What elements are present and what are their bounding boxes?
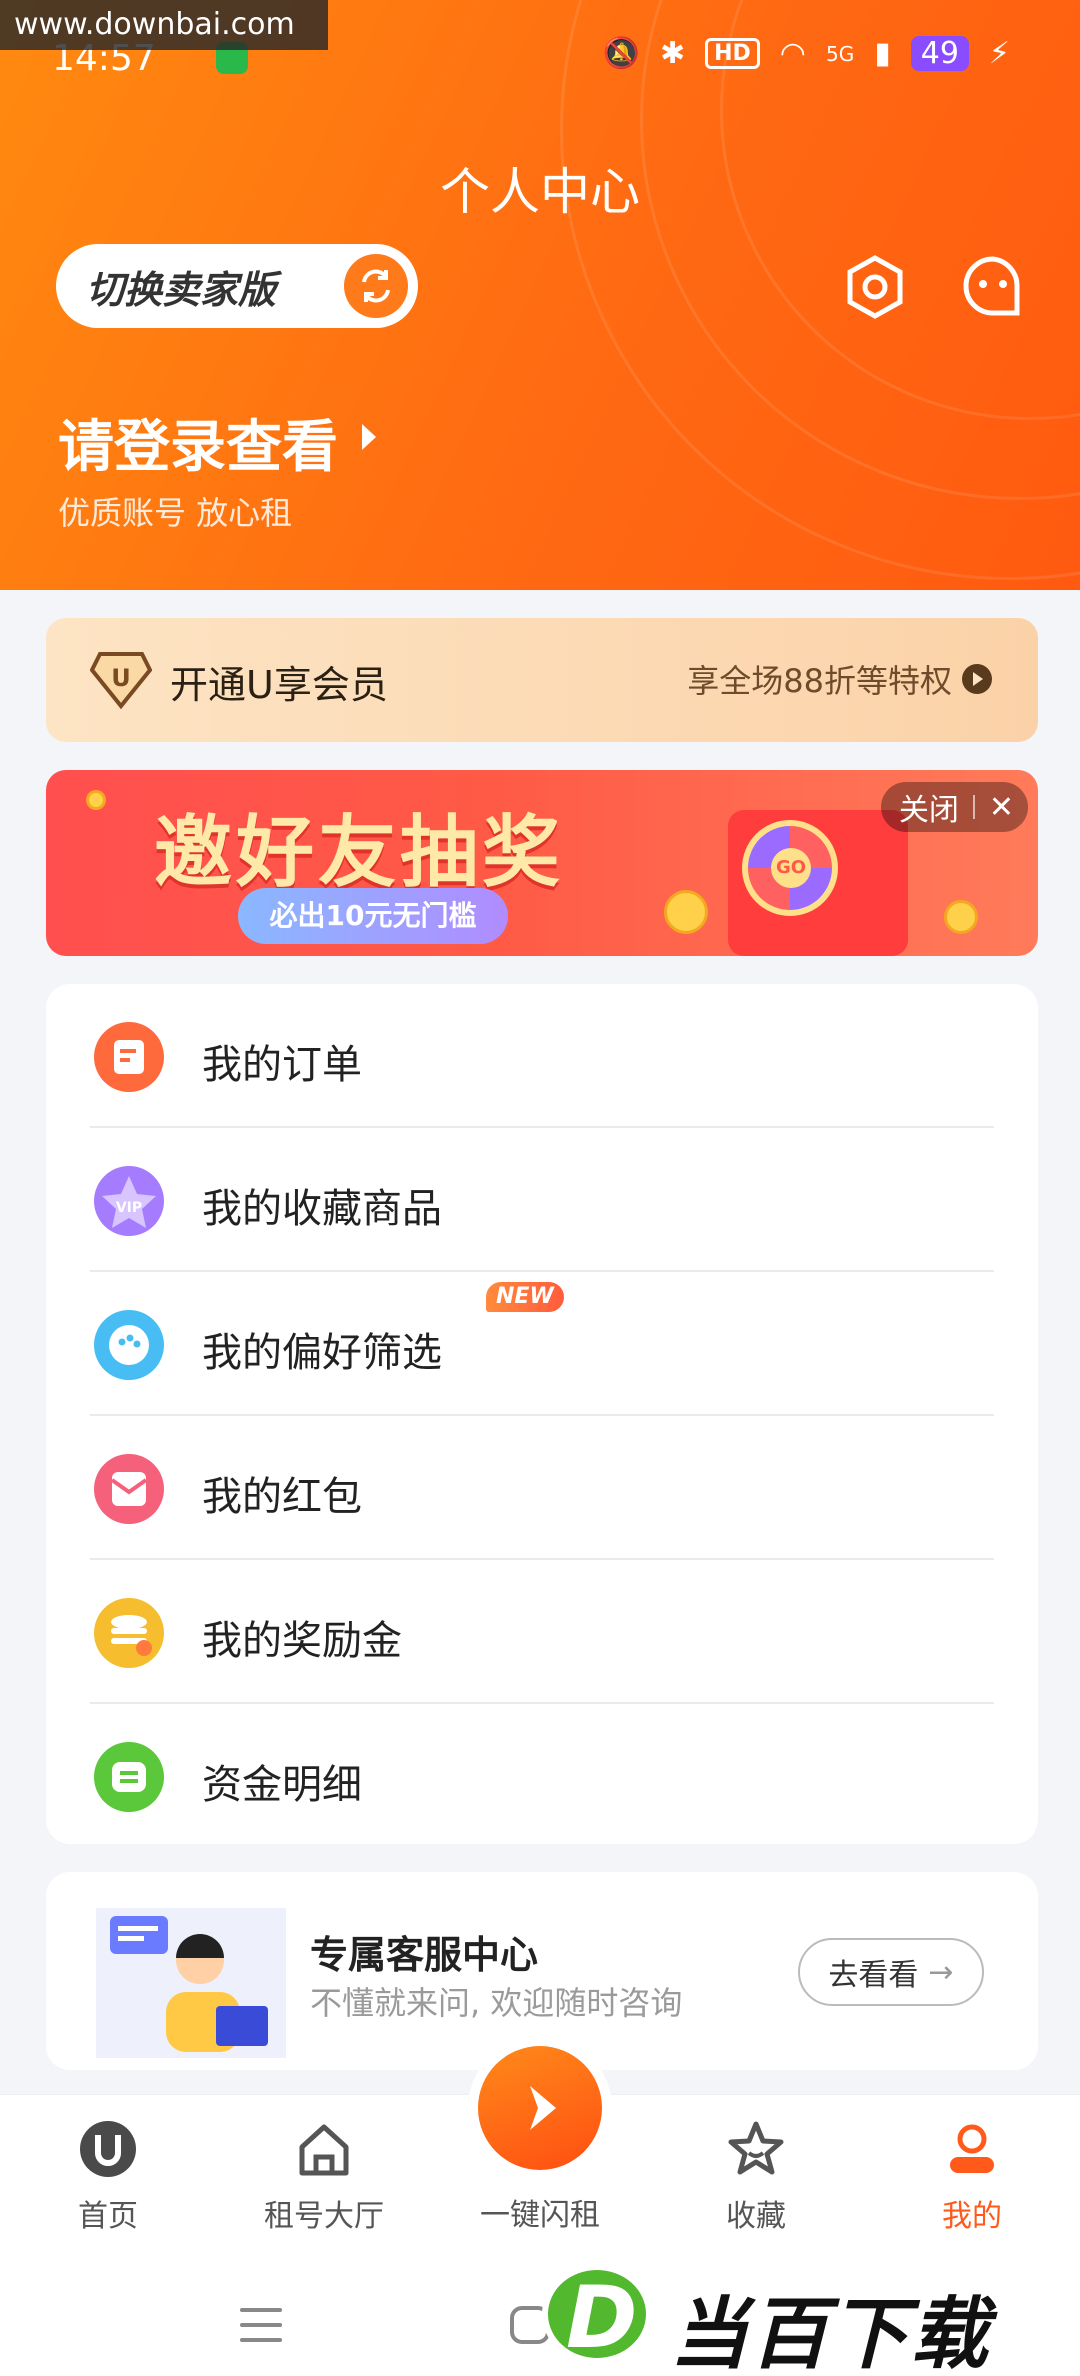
menu-item-favorites[interactable]: VIP 我的收藏商品	[46, 1128, 1038, 1272]
tab-label: 首页	[78, 2199, 138, 2234]
tab-label: 我的	[942, 2199, 1002, 2234]
menu-item-fund-detail[interactable]: 资金明细	[46, 1704, 1038, 1848]
tab-label: 租号大厅	[264, 2199, 384, 2234]
membership-benefit-text: 享全场88折等特权	[687, 662, 952, 700]
vip-star-icon: VIP	[94, 1166, 164, 1236]
hd-badge: HD	[705, 38, 760, 69]
page-title: 个人中心	[440, 163, 640, 221]
support-agent-illustration	[96, 1888, 286, 2060]
charging-icon: ⚡	[988, 36, 1010, 71]
fund-detail-icon	[94, 1742, 164, 1812]
home-u-icon	[78, 2119, 138, 2179]
banner-headline: 邀好友抽奖	[154, 808, 565, 898]
menu-item-red-envelope[interactable]: 我的红包	[46, 1416, 1038, 1560]
menu-item-label: 我的收藏商品	[202, 1186, 442, 1232]
tab-home[interactable]: 首页	[8, 2095, 208, 2275]
wheel-go-label: GO	[771, 848, 811, 888]
membership-benefit: 享全场88折等特权	[687, 656, 992, 702]
site-watermark: www.downbai.com	[0, 0, 328, 50]
menu-item-orders[interactable]: 我的订单	[46, 984, 1038, 1128]
bluetooth-icon: ✱	[659, 36, 686, 71]
signal-label: 5G	[825, 41, 855, 66]
login-subtitle: 优质账号 放心租	[58, 494, 293, 532]
banner-close-button[interactable]: 关闭 ✕	[880, 782, 1028, 832]
close-divider	[972, 795, 975, 819]
battery-level: 49	[910, 36, 969, 71]
switch-seller-button[interactable]: 切换卖家版	[56, 244, 418, 328]
settings-icon[interactable]	[842, 254, 908, 320]
login-prompt[interactable]: 请登录查看	[58, 402, 338, 483]
menu-item-reward[interactable]: 我的奖励金	[46, 1560, 1038, 1704]
service-title: 专属客服中心	[310, 1933, 539, 1977]
quick-rent-button[interactable]	[478, 2046, 602, 2170]
menu-item-label: 我的奖励金	[202, 1618, 402, 1664]
customer-service-card[interactable]: 专属客服中心 不懂就来问, 欢迎随时咨询 去看看 →	[46, 1872, 1038, 2070]
go-see-label: 去看看	[828, 1958, 919, 1993]
membership-bar[interactable]: U 开通U享会员 享全场88折等特权	[46, 618, 1038, 742]
svg-text:U: U	[111, 664, 131, 692]
brand-logo-letter: D	[566, 2268, 638, 2368]
profile-header: 14:57 🔕 ✱ HD ◠ 5G ▮ 49 ⚡ 个人中心 切换卖家版 请登录查…	[0, 0, 1080, 590]
menu-item-label: 资金明细	[202, 1762, 362, 1808]
tab-rent-hall[interactable]: 租号大厅	[224, 2095, 424, 2275]
menu-item-preferences[interactable]: 我的偏好筛选 NEW	[46, 1272, 1038, 1416]
order-icon	[94, 1022, 164, 1092]
tab-label: 收藏	[726, 2199, 786, 2234]
coin-stack-icon	[94, 1598, 164, 1668]
menu-item-label: 我的偏好筛选	[202, 1330, 442, 1376]
nav-menu-icon[interactable]	[240, 2308, 282, 2342]
status-icons: 🔕 ✱ HD ◠ 5G ▮ 49 ⚡	[603, 36, 1010, 71]
profile-icon	[942, 2119, 1002, 2179]
switch-seller-label: 切换卖家版	[86, 267, 277, 312]
mute-icon: 🔕	[602, 36, 640, 71]
red-envelope-icon	[94, 1454, 164, 1524]
swap-icon	[344, 254, 408, 318]
service-subtitle: 不懂就来问, 欢迎随时咨询	[310, 1984, 683, 2022]
house-icon	[294, 2119, 354, 2179]
lightning-play-icon	[530, 2086, 556, 2130]
new-badge: NEW	[486, 1282, 564, 1312]
banner-close-label: 关闭	[898, 793, 959, 828]
membership-title: 开通U享会员	[170, 663, 388, 707]
menu-item-label: 我的红包	[202, 1474, 362, 1520]
quick-rent-label: 一键闪租	[480, 2198, 600, 2233]
arrow-right-icon: →	[928, 1954, 954, 1990]
message-icon[interactable]	[960, 254, 1026, 320]
account-menu: 我的订单 VIP 我的收藏商品 我的偏好筛选 NEW 我的红包 我的奖励金 资金…	[46, 984, 1038, 1844]
svg-text:VIP: VIP	[116, 1200, 142, 1216]
menu-item-label: 我的订单	[202, 1042, 362, 1088]
star-icon	[726, 2119, 786, 2179]
wifi-icon: ◠	[779, 36, 806, 71]
close-icon: ✕	[988, 789, 1014, 825]
login-arrow-icon	[362, 424, 376, 450]
preference-bubble-icon	[94, 1310, 164, 1380]
brand-watermark: D 当百下载	[536, 2246, 1080, 2376]
go-see-button[interactable]: 去看看 →	[798, 1938, 984, 2006]
signal-bars-icon: ▮	[874, 36, 891, 71]
invite-lottery-banner[interactable]: GO 邀好友抽奖 必出10元无门槛 关闭 ✕	[46, 770, 1038, 956]
u-member-badge-icon: U	[89, 650, 153, 710]
brand-text: 当百下载	[670, 2290, 991, 2376]
banner-pill: 必出10元无门槛	[238, 888, 508, 944]
play-arrow-icon	[962, 664, 992, 694]
